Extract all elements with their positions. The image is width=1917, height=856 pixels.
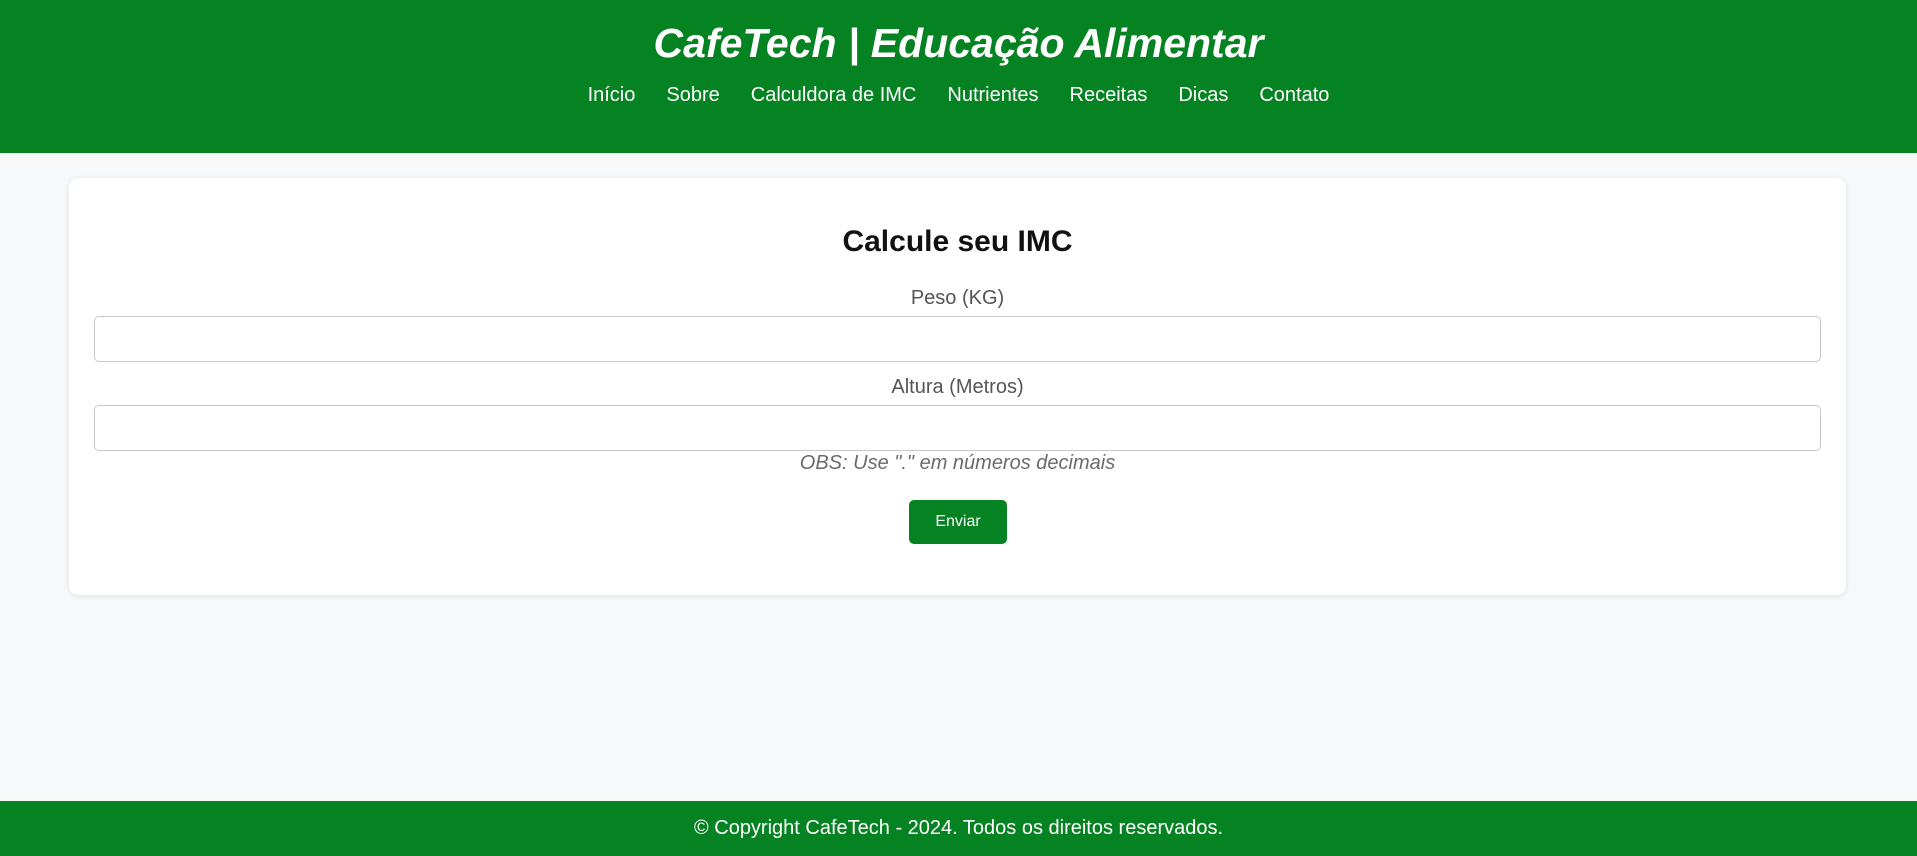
nav-link-dicas[interactable]: Dicas bbox=[1178, 82, 1228, 108]
copyright-text: © Copyright CafeTech - 2024. Todos os di… bbox=[693, 817, 1224, 839]
nav-link-receitas[interactable]: Receitas bbox=[1070, 82, 1148, 108]
weight-input[interactable] bbox=[94, 316, 1821, 362]
page: CafeTech | Educação Alimentar Início Sob… bbox=[0, 0, 1917, 856]
site-footer: © Copyright CafeTech - 2024. Todos os di… bbox=[0, 801, 1917, 856]
bmi-calculator-card: Calcule seu IMC Peso (KG) Altura (Metros… bbox=[69, 178, 1846, 595]
nav-link-contato[interactable]: Contato bbox=[1259, 82, 1329, 108]
nav-link-inicio[interactable]: Início bbox=[588, 82, 636, 108]
decimal-note: OBS: Use "." em números decimais bbox=[799, 452, 1116, 474]
height-input[interactable] bbox=[94, 405, 1821, 451]
submit-button[interactable]: Enviar bbox=[909, 500, 1007, 544]
bmi-form-title: Calcule seu IMC bbox=[842, 225, 1073, 258]
nav-link-calculadora-imc[interactable]: Calculdora de IMC bbox=[751, 82, 917, 108]
site-title: CafeTech | Educação Alimentar bbox=[653, 20, 1264, 66]
weight-label: Peso (KG) bbox=[910, 287, 1005, 309]
nav-link-nutrientes[interactable]: Nutrientes bbox=[947, 82, 1038, 108]
nav-link-sobre[interactable]: Sobre bbox=[666, 82, 719, 108]
main-nav: Início Sobre Calculdora de IMC Nutriente… bbox=[0, 82, 1917, 108]
height-label: Altura (Metros) bbox=[891, 376, 1024, 398]
site-header: CafeTech | Educação Alimentar Início Sob… bbox=[0, 0, 1917, 153]
